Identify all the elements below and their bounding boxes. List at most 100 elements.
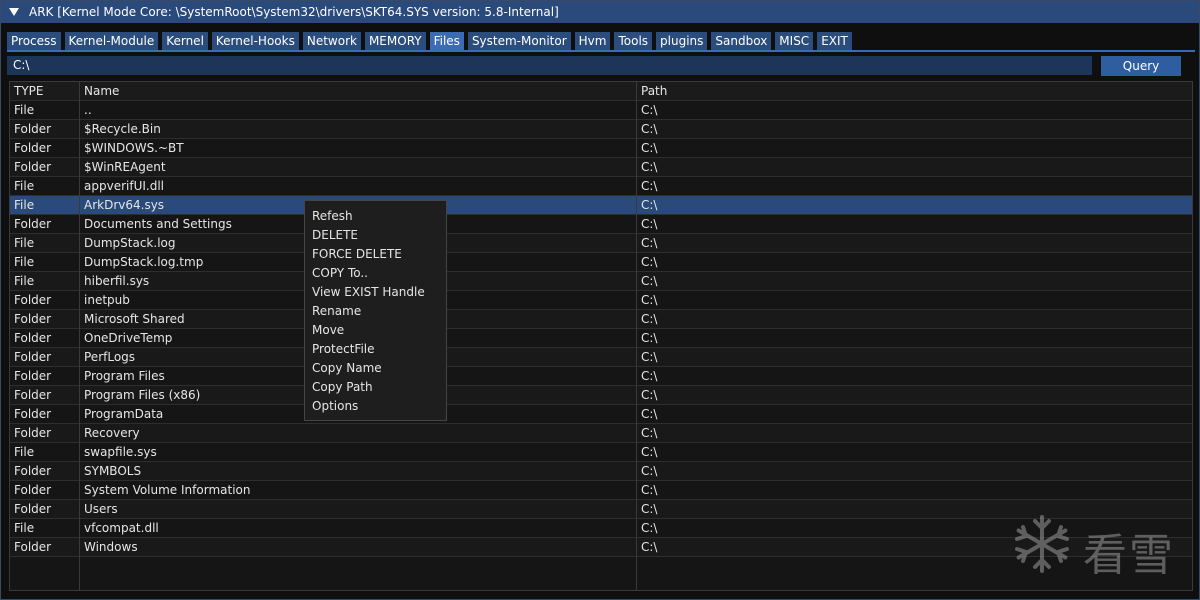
tab-hvm[interactable]: Hvm: [574, 32, 611, 50]
menu-item-copy-path[interactable]: Copy Path: [305, 378, 446, 397]
table-row[interactable]: Folder System Volume Information C:\: [10, 481, 1192, 500]
watermark: 看雪: [1011, 511, 1181, 581]
column-divider[interactable]: [636, 82, 637, 590]
tab-system-monitor[interactable]: System-Monitor: [467, 32, 571, 50]
tab-plugins[interactable]: plugins: [656, 32, 708, 50]
name-cell: appverifUI.dll: [84, 179, 164, 193]
type-cell: File: [14, 255, 35, 269]
tab-kernel-module[interactable]: Kernel-Module: [64, 32, 159, 50]
table-row[interactable]: Folder Documents and Settings C:\: [10, 215, 1192, 234]
table-row[interactable]: Folder ProgramData C:\: [10, 405, 1192, 424]
menu-item-view-exist-handle[interactable]: View EXIST Handle: [305, 283, 446, 302]
table-row[interactable]: Folder Microsoft Shared C:\: [10, 310, 1192, 329]
name-cell: Windows: [84, 540, 138, 554]
table-row[interactable]: File DumpStack.log C:\: [10, 234, 1192, 253]
table-row[interactable]: Folder OneDriveTemp C:\: [10, 329, 1192, 348]
tab-tools[interactable]: Tools: [614, 32, 653, 50]
table-row[interactable]: File.. C:\: [10, 101, 1192, 120]
tab-misc[interactable]: MISC: [775, 32, 814, 50]
menu-item-force-delete[interactable]: FORCE DELETE: [305, 245, 446, 264]
menu-item-copy-name[interactable]: Copy Name: [305, 359, 446, 378]
name-cell: swapfile.sys: [84, 445, 157, 459]
type-cell: File: [14, 179, 35, 193]
type-cell: Folder: [14, 369, 52, 383]
menu-item-refesh[interactable]: Refesh: [305, 207, 446, 226]
name-cell: vfcompat.dll: [84, 521, 159, 535]
row-divider: [10, 157, 1192, 158]
row-divider: [10, 214, 1192, 215]
table-row[interactable]: File ArkDrv64.sys C:\: [10, 196, 1192, 215]
row-divider: [10, 119, 1192, 120]
title-bar[interactable]: ARK [Kernel Mode Core: \SystemRoot\Syste…: [1, 1, 1199, 23]
tab-sandbox[interactable]: Sandbox: [711, 32, 772, 50]
type-cell: Folder: [14, 122, 52, 136]
query-button[interactable]: Query: [1101, 56, 1181, 76]
menu-item-copy-to[interactable]: COPY To..: [305, 264, 446, 283]
path-cell: C:\: [641, 255, 658, 269]
collapse-arrow-icon[interactable]: [9, 8, 19, 16]
row-divider: [10, 328, 1192, 329]
table-row[interactable]: File appverifUI.dll C:\: [10, 177, 1192, 196]
type-cell: Folder: [14, 540, 52, 554]
type-cell: File: [14, 521, 35, 535]
path-cell: C:\: [641, 103, 658, 117]
menu-item-delete[interactable]: DELETE: [305, 226, 446, 245]
type-cell: File: [14, 103, 35, 117]
row-divider: [10, 252, 1192, 253]
column-header[interactable]: Path: [637, 82, 1192, 101]
name-cell: $Recycle.Bin: [84, 122, 161, 136]
menu-item-rename[interactable]: Rename: [305, 302, 446, 321]
app-window: ARK [Kernel Mode Core: \SystemRoot\Syste…: [0, 0, 1200, 600]
table-row[interactable]: Folder $Recycle.Bin C:\: [10, 120, 1192, 139]
type-cell: Folder: [14, 388, 52, 402]
row-divider: [10, 309, 1192, 310]
menu-item-protectfile[interactable]: ProtectFile: [305, 340, 446, 359]
row-divider: [10, 176, 1192, 177]
tab-exit[interactable]: EXIT: [817, 32, 852, 50]
path-cell: C:\: [641, 445, 658, 459]
tab-files[interactable]: Files: [429, 32, 464, 50]
table-row[interactable]: Folder $WinREAgent C:\: [10, 158, 1192, 177]
menu-item-options[interactable]: Options: [305, 397, 446, 416]
tab-process[interactable]: Process: [7, 32, 61, 50]
table-row[interactable]: Folder Program Files C:\: [10, 367, 1192, 386]
table-row[interactable]: File hiberfil.sys C:\: [10, 272, 1192, 291]
row-divider: [10, 271, 1192, 272]
name-cell: $WinREAgent: [84, 160, 166, 174]
table-row[interactable]: Folder Recovery C:\: [10, 424, 1192, 443]
tab-network[interactable]: Network: [302, 32, 361, 50]
column-header[interactable]: Name: [80, 82, 637, 101]
name-cell: Recovery: [84, 426, 140, 440]
row-divider: [10, 290, 1192, 291]
type-cell: Folder: [14, 312, 52, 326]
type-cell: Folder: [14, 141, 52, 155]
tab-memory[interactable]: MEMORY: [364, 32, 426, 50]
column-divider[interactable]: [79, 82, 80, 590]
path-cell: C:\: [641, 274, 658, 288]
path-input[interactable]: C:\: [7, 56, 1092, 75]
row-divider: [10, 404, 1192, 405]
name-cell: SYMBOLS: [84, 464, 142, 478]
table-row[interactable]: File DumpStack.log.tmp C:\: [10, 253, 1192, 272]
type-cell: File: [14, 236, 35, 250]
type-cell: Folder: [14, 502, 52, 516]
type-cell: Folder: [14, 350, 52, 364]
column-header[interactable]: TYPE: [10, 82, 80, 101]
window-title: ARK [Kernel Mode Core: \SystemRoot\Syste…: [29, 5, 559, 19]
table-row[interactable]: Folder inetpub C:\: [10, 291, 1192, 310]
type-cell: Folder: [14, 217, 52, 231]
path-cell: C:\: [641, 464, 658, 478]
path-cell: C:\: [641, 179, 658, 193]
tab-kernel-hooks[interactable]: Kernel-Hooks: [211, 32, 299, 50]
tab-kernel[interactable]: Kernel: [162, 32, 208, 50]
table-row[interactable]: Folder Program Files (x86) C:\: [10, 386, 1192, 405]
table-row[interactable]: Folder SYMBOLS C:\: [10, 462, 1192, 481]
watermark-text: 看雪: [1083, 530, 1175, 581]
tab-underline: [7, 50, 1195, 52]
table-row[interactable]: File swapfile.sys C:\: [10, 443, 1192, 462]
type-cell: Folder: [14, 426, 52, 440]
table-row[interactable]: Folder PerfLogs C:\: [10, 348, 1192, 367]
path-cell: C:\: [641, 312, 658, 326]
menu-item-move[interactable]: Move: [305, 321, 446, 340]
table-row[interactable]: Folder $WINDOWS.~BT C:\: [10, 139, 1192, 158]
